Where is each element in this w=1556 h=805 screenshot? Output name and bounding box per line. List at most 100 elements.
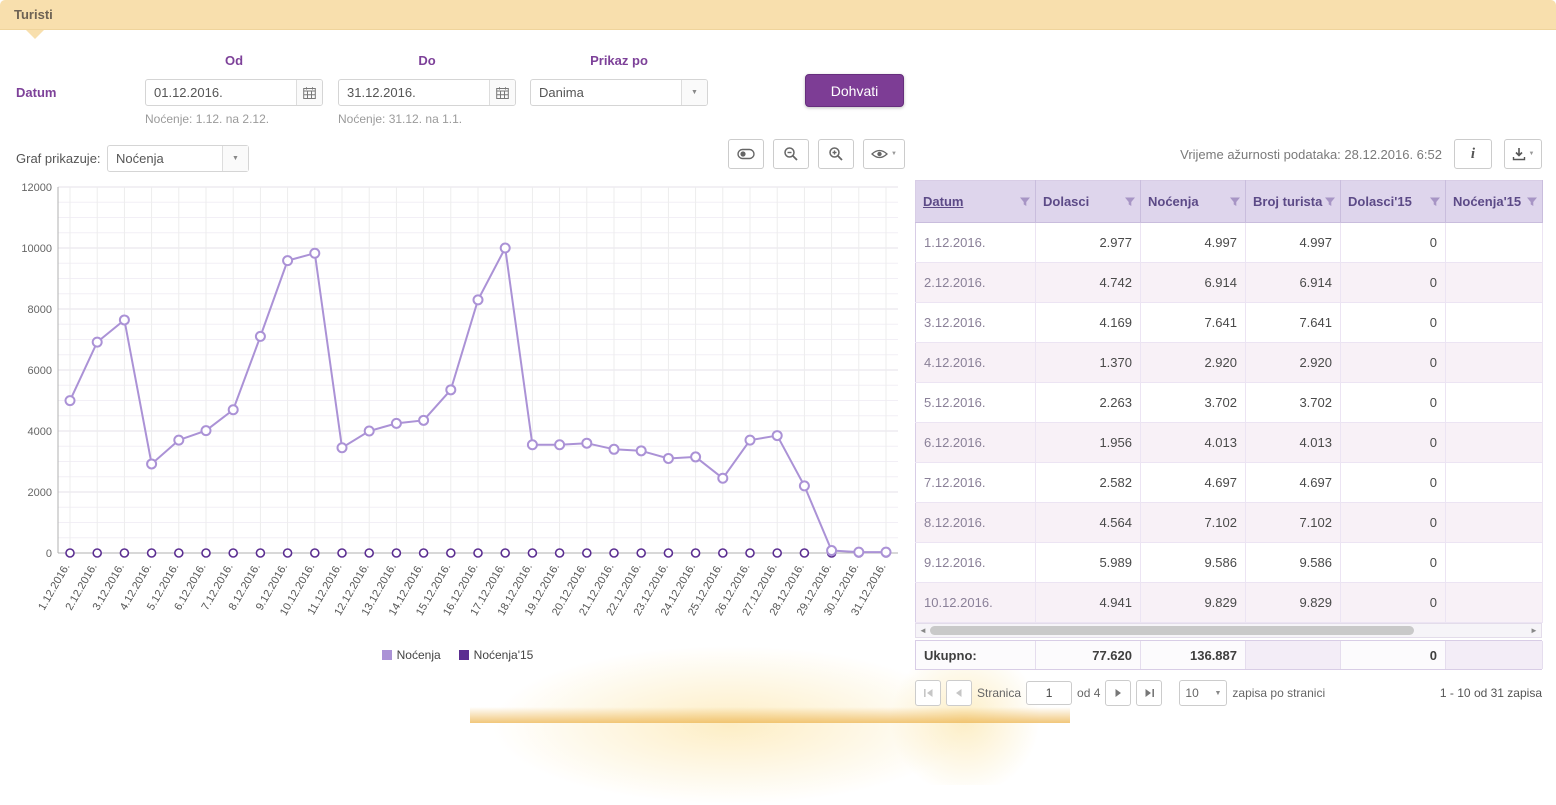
filter-icon[interactable]	[1229, 196, 1241, 208]
table-row[interactable]: 7.12.2016.2.5824.6974.6970	[916, 463, 1543, 503]
scrollbar-thumb[interactable]	[930, 626, 1414, 635]
zoom-in-button[interactable]	[818, 139, 854, 169]
filter-icon[interactable]	[1124, 196, 1136, 208]
toggle-icon	[737, 148, 755, 160]
page-number-input[interactable]	[1026, 681, 1072, 705]
calendar-button[interactable]	[489, 80, 515, 105]
totals-value: 0	[1341, 641, 1446, 669]
column-header-dolasci[interactable]: Dolasci	[1036, 181, 1141, 223]
table-cell: 4.169	[1036, 303, 1141, 343]
table-row[interactable]: 9.12.2016.5.9899.5869.5860	[916, 543, 1543, 583]
table-cell: 0	[1341, 263, 1446, 303]
table-cell: 3.12.2016.	[916, 303, 1036, 343]
filter-icon[interactable]	[1429, 196, 1441, 208]
chevron-down-icon: ▼	[691, 89, 698, 96]
table-cell: 0	[1341, 343, 1446, 383]
table-row[interactable]: 6.12.2016.1.9564.0134.0130	[916, 423, 1543, 463]
date-to-input[interactable]: 31.12.2016.	[338, 79, 516, 106]
totals-value	[1246, 641, 1341, 669]
svg-text:8000: 8000	[28, 304, 52, 316]
do-label: Do	[338, 53, 516, 68]
table-cell: 1.12.2016.	[916, 223, 1036, 263]
fetch-button[interactable]: Dohvati	[805, 74, 904, 107]
column-header-dolasci-15[interactable]: Dolasci'15	[1341, 181, 1446, 223]
column-header-broj-turista[interactable]: Broj turista	[1246, 181, 1341, 223]
table-cell: 4.742	[1036, 263, 1141, 303]
visibility-dropdown-button[interactable]: ▼	[863, 139, 905, 169]
table-cell: 1.956	[1036, 423, 1141, 463]
graph-series-select[interactable]: Noćenja ▼	[107, 145, 249, 172]
filter-icon[interactable]	[1019, 196, 1031, 208]
table-cell: 6.12.2016.	[916, 423, 1036, 463]
table-cell: 0	[1341, 463, 1446, 503]
calendar-icon	[303, 87, 316, 99]
info-icon: i	[1471, 146, 1475, 163]
table-pager: Stranica od 4 10 ▼ zapisa po stranici 1 …	[915, 678, 1542, 708]
column-header-label: Noćenja'15	[1453, 194, 1521, 209]
svg-text:10000: 10000	[21, 243, 52, 255]
page-size-value: 10	[1185, 686, 1198, 700]
first-page-button[interactable]	[915, 680, 941, 706]
column-header-label: Dolasci'15	[1348, 194, 1412, 209]
scroll-left-arrow[interactable]: ◄	[916, 624, 930, 637]
prev-page-button[interactable]	[946, 680, 972, 706]
dropdown-caret[interactable]: ▼	[681, 80, 707, 105]
filter-icon[interactable]	[1526, 196, 1538, 208]
last-page-button[interactable]	[1136, 680, 1162, 706]
decor-glow	[490, 645, 970, 805]
legend-item[interactable]: Noćenja'15	[459, 648, 534, 662]
column-header-no-enja-15[interactable]: Noćenja'15	[1446, 181, 1543, 223]
table-cell: 0	[1341, 303, 1446, 343]
table-cell: 3.702	[1246, 383, 1341, 423]
scroll-right-arrow[interactable]: ►	[1527, 624, 1541, 637]
column-header-datum[interactable]: Datum	[916, 181, 1036, 223]
top-tab-bar: Turisti	[0, 0, 1556, 30]
table-cell: 2.263	[1036, 383, 1141, 423]
table-cell	[1446, 423, 1543, 463]
chart-area[interactable]: 0200040006000800010000120001.12.2016.2.1…	[10, 178, 905, 648]
scrollbar-track[interactable]	[930, 625, 1527, 636]
next-page-button[interactable]	[1105, 680, 1131, 706]
table-cell	[1446, 263, 1543, 303]
page-size-select[interactable]: 10 ▼	[1179, 680, 1227, 706]
table-cell: 9.586	[1141, 543, 1246, 583]
table-row[interactable]: 4.12.2016.1.3702.9202.9200	[916, 343, 1543, 383]
export-button[interactable]: ▼	[1504, 139, 1542, 169]
table-horizontal-scrollbar[interactable]: ◄ ►	[915, 623, 1542, 638]
table-row[interactable]: 5.12.2016.2.2633.7023.7020	[916, 383, 1543, 423]
legend-item[interactable]: Noćenja	[382, 648, 441, 662]
display-by-select[interactable]: Danima ▼	[530, 79, 708, 106]
toggle-navigator-button[interactable]	[728, 139, 764, 169]
table-header-row: DatumDolasciNoćenjaBroj turista Dolasci'1…	[916, 181, 1543, 223]
info-button[interactable]: i	[1454, 139, 1492, 169]
table-cell: 4.013	[1246, 423, 1341, 463]
table-row[interactable]: 10.12.2016.4.9419.8299.8290	[916, 583, 1543, 623]
table-row[interactable]: 3.12.2016.4.1697.6417.6410	[916, 303, 1543, 343]
date-from-input[interactable]: 01.12.2016.	[145, 79, 323, 106]
legend-label: Noćenja'15	[474, 648, 534, 662]
record-range-label: 1 - 10 od 31 zapisa	[1440, 686, 1542, 700]
table-cell	[1446, 543, 1543, 583]
table-row[interactable]: 2.12.2016.4.7426.9146.9140	[916, 263, 1543, 303]
table-totals-row: Ukupno:77.620136.8870	[915, 640, 1542, 670]
zoom-out-button[interactable]	[773, 139, 809, 169]
table-cell: 8.12.2016.	[916, 503, 1036, 543]
line-chart[interactable]: 0200040006000800010000120001.12.2016.2.1…	[10, 178, 905, 648]
table-row[interactable]: 1.12.2016.2.9774.9974.9970	[916, 223, 1543, 263]
table-row[interactable]: 8.12.2016.4.5647.1027.1020	[916, 503, 1543, 543]
table-cell	[1446, 463, 1543, 503]
date-from-value[interactable]: 01.12.2016.	[146, 85, 296, 100]
calendar-button[interactable]	[296, 80, 322, 105]
totals-label: Ukupno:	[916, 641, 1036, 669]
chevron-down-icon: ▼	[1214, 690, 1221, 697]
tourism-data-table: DatumDolasciNoćenjaBroj turista Dolasci'1…	[915, 180, 1543, 623]
column-header-no-enja[interactable]: Noćenja	[1141, 181, 1246, 223]
table-cell: 2.920	[1246, 343, 1341, 383]
dropdown-caret[interactable]: ▼	[222, 146, 248, 171]
filter-icon[interactable]	[1324, 196, 1336, 208]
date-to-value[interactable]: 31.12.2016.	[339, 85, 489, 100]
table-cell: 10.12.2016.	[916, 583, 1036, 623]
table-cell: 9.586	[1246, 543, 1341, 583]
decor-circle	[870, 655, 1060, 785]
tab-turisti[interactable]: Turisti	[14, 7, 53, 22]
